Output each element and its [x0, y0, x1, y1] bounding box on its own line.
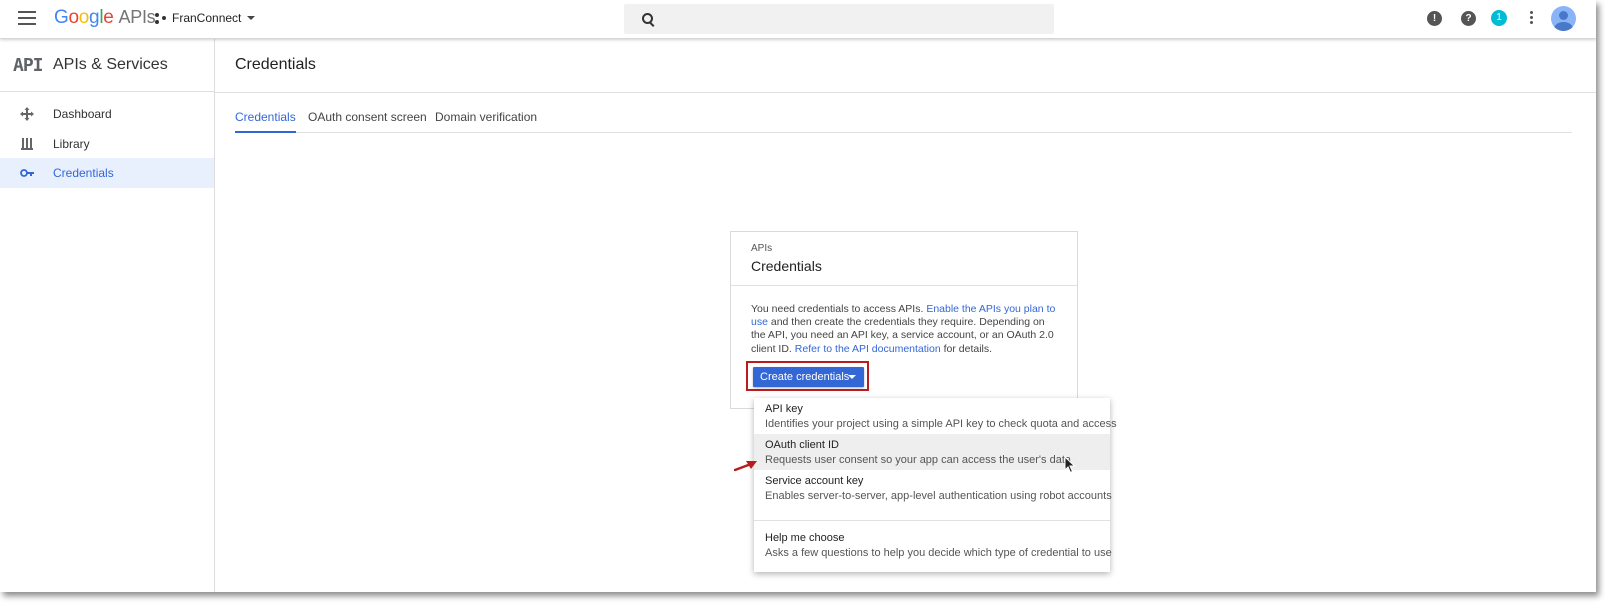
key-icon: [20, 166, 34, 180]
create-credentials-button[interactable]: Create credentials: [753, 367, 864, 387]
sidebar-item-dashboard[interactable]: Dashboard: [0, 99, 214, 129]
card-divider: [731, 285, 1077, 286]
notifications-badge[interactable]: 1: [1491, 10, 1507, 26]
card-subtitle: APIs: [751, 243, 773, 254]
sidebar-header: API APIs & Services: [0, 39, 214, 92]
menu-item-api-key[interactable]: API key Identifies your project using a …: [754, 398, 1117, 434]
card-description: You need credentials to access APIs. Ena…: [751, 303, 1056, 355]
sidebar-item-library[interactable]: Library: [0, 129, 214, 159]
mouse-cursor-icon: [1064, 456, 1076, 474]
page-title: Credentials: [235, 56, 316, 73]
page-header: Credentials: [215, 39, 1596, 93]
sidebar-title: APIs & Services: [53, 56, 168, 73]
top-bar: Google APIs FranConnect ! ? 1: [0, 0, 1596, 39]
menu-item-oauth-client-id[interactable]: OAuth client ID Requests user consent so…: [754, 434, 1110, 470]
library-icon: [20, 137, 34, 151]
menu-item-help-me-choose[interactable]: Help me choose Asks a few questions to h…: [754, 527, 1112, 563]
app-window: Google APIs FranConnect ! ? 1 API APIs & …: [0, 0, 1596, 592]
menu-divider: [754, 520, 1110, 521]
sidebar: API APIs & Services Dashboard Library Cr…: [0, 39, 215, 592]
tab-bar: Credentials OAuth consent screen Domain …: [235, 102, 1572, 133]
sidebar-item-credentials[interactable]: Credentials: [0, 158, 214, 188]
create-credentials-highlight: Create credentials: [746, 361, 869, 391]
help-icon[interactable]: ?: [1461, 11, 1476, 26]
chevron-down-icon: [247, 16, 256, 20]
api-documentation-link[interactable]: Refer to the API documentation: [795, 343, 941, 355]
chevron-down-icon: [848, 375, 856, 379]
more-options-icon[interactable]: [1530, 11, 1534, 26]
create-credentials-menu: API key Identifies your project using a …: [754, 398, 1117, 572]
card-title: Credentials: [751, 258, 822, 274]
project-icon: [155, 12, 166, 24]
project-name: FranConnect: [172, 11, 242, 25]
project-selector[interactable]: FranConnect: [155, 11, 256, 25]
search-icon: [642, 13, 653, 24]
google-apis-logo[interactable]: Google APIs: [54, 7, 156, 29]
search-bar[interactable]: [624, 4, 1054, 34]
tab-credentials[interactable]: Credentials: [235, 110, 296, 133]
menu-icon[interactable]: [18, 11, 36, 25]
dashboard-icon: [20, 107, 34, 121]
annotation-arrow-icon: [734, 461, 757, 472]
feedback-icon[interactable]: !: [1427, 11, 1442, 26]
menu-item-service-account-key[interactable]: Service account key Enables server-to-se…: [754, 470, 1112, 506]
api-icon: API: [13, 55, 43, 76]
tab-oauth-consent-screen[interactable]: OAuth consent screen: [308, 110, 427, 131]
avatar[interactable]: [1551, 6, 1576, 31]
tab-domain-verification[interactable]: Domain verification: [435, 110, 537, 131]
search-input[interactable]: [664, 8, 1048, 32]
